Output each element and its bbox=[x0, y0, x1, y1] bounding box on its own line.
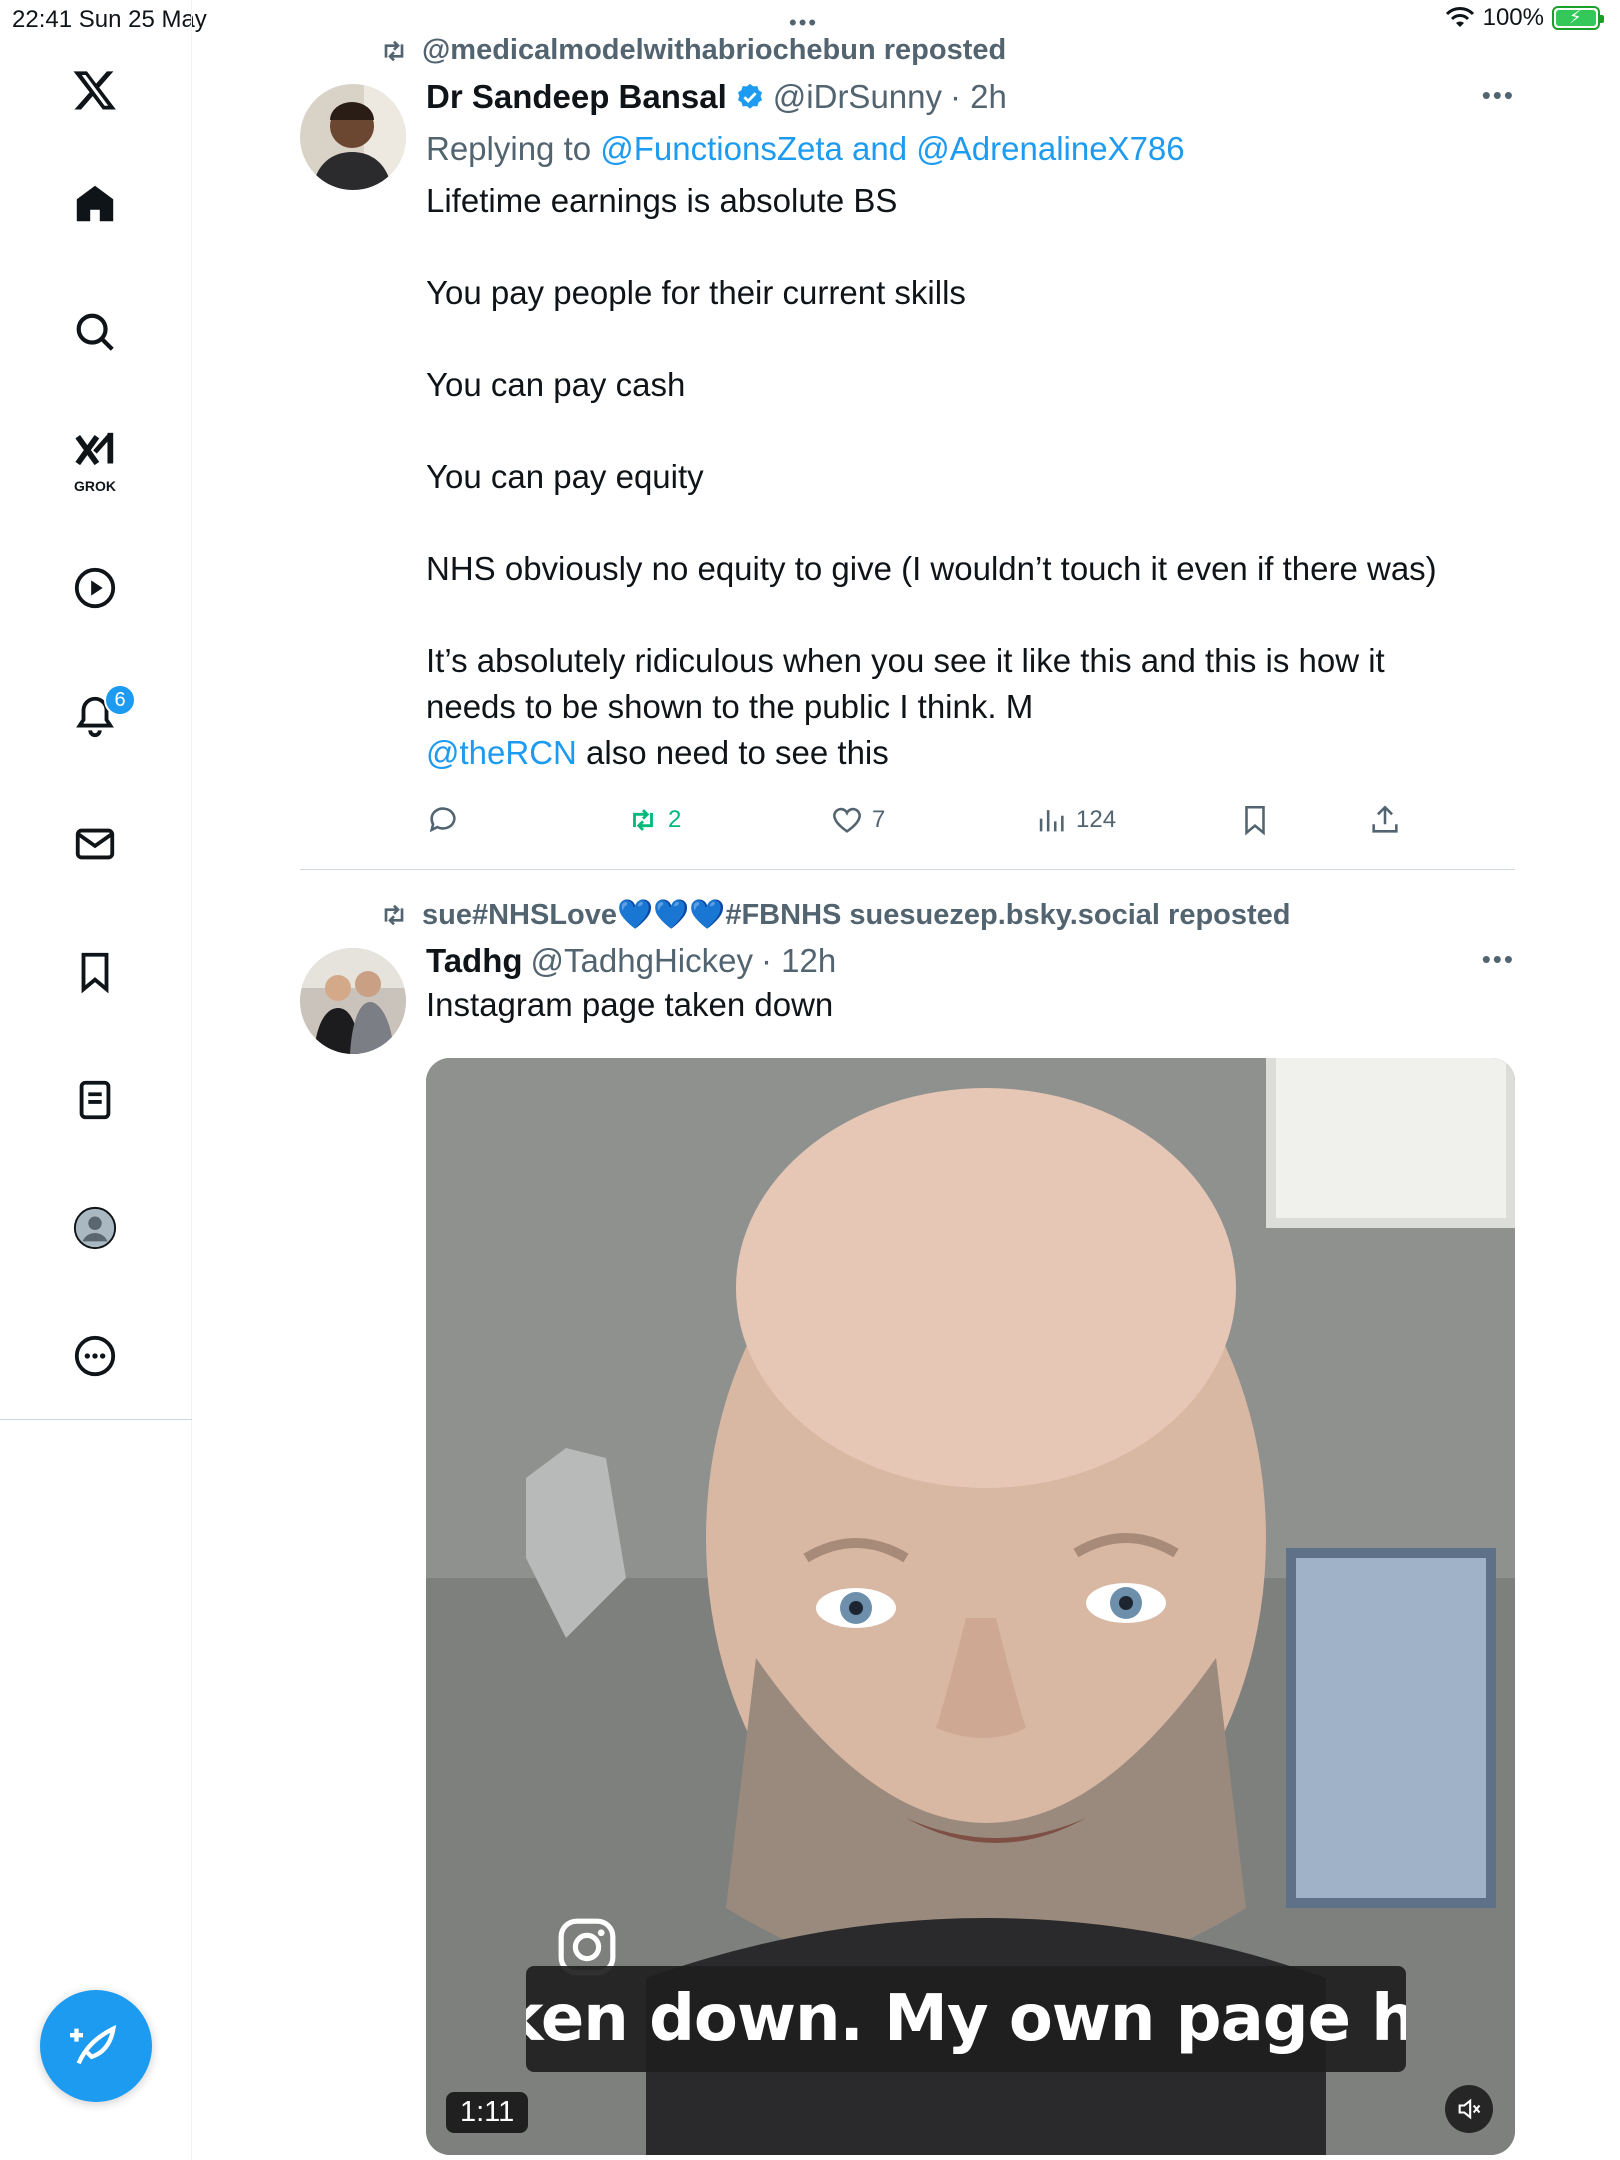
post-paragraph: NHS obviously no equity to give (I would… bbox=[426, 550, 1437, 587]
more-options-icon[interactable]: ••• bbox=[1482, 80, 1515, 111]
video-play-icon[interactable] bbox=[67, 560, 123, 616]
reply-icon bbox=[429, 807, 456, 833]
post-divider bbox=[300, 869, 1515, 870]
post-time[interactable]: · 2h bbox=[950, 78, 1007, 116]
post-header: Tadhg @TadhgHickey · 12h bbox=[426, 942, 1515, 980]
like-count: 7 bbox=[872, 806, 886, 833]
mention-adrenalinex786[interactable]: @AdrenalineX786 bbox=[916, 130, 1184, 167]
mute-button[interactable] bbox=[1445, 2085, 1493, 2133]
video-caption: taken down. My own page had bbox=[526, 1966, 1406, 2072]
bookmarks-icon[interactable] bbox=[67, 944, 123, 1000]
post-last-line: @theRCN also need to see this bbox=[426, 730, 1515, 776]
views-button[interactable]: 124 bbox=[1034, 803, 1116, 837]
more-options-icon[interactable]: ••• bbox=[1482, 944, 1515, 975]
author-avatar[interactable] bbox=[300, 84, 406, 190]
replying-and: and bbox=[842, 130, 917, 167]
x-logo-icon[interactable] bbox=[67, 62, 123, 118]
video-player[interactable]: taken down. My own page had 1:11 bbox=[426, 1058, 1515, 2155]
battery-icon: ⚡ bbox=[1552, 6, 1604, 30]
post-paragraph: You pay people for their current skills bbox=[426, 274, 966, 311]
repost-indicator: @medicalmodelwithabriochebun reposted bbox=[378, 34, 1006, 67]
post-paragraph: Lifetime earnings is absolute BS bbox=[426, 182, 898, 219]
bookmark-button[interactable] bbox=[1238, 803, 1272, 837]
post-paragraph: It’s absolutely ridiculous when you see … bbox=[426, 642, 1385, 725]
home-icon[interactable] bbox=[67, 176, 123, 232]
views-chart-icon bbox=[1039, 810, 1064, 832]
grok-label: GROK bbox=[74, 478, 116, 494]
author-handle[interactable]: @TadhgHickey bbox=[531, 942, 753, 980]
battery-percent: 100% bbox=[1482, 4, 1544, 31]
profile-avatar-icon[interactable] bbox=[67, 1200, 123, 1256]
author-name[interactable]: Dr Sandeep Bansal bbox=[426, 78, 727, 116]
status-right: 100% ⚡ bbox=[1445, 4, 1604, 32]
repost-label: sue#NHSLove💙💙💙#FBNHS suesuezep.bsky.soci… bbox=[422, 899, 1291, 931]
post-1[interactable]: @medicalmodelwithabriochebun reposted Dr… bbox=[300, 34, 1515, 864]
reply-button[interactable] bbox=[426, 803, 468, 837]
post-header: Dr Sandeep Bansal @iDrSunny · 2h bbox=[426, 78, 1515, 116]
messages-envelope-icon[interactable] bbox=[67, 816, 123, 872]
mention-functionszeta[interactable]: @FunctionsZeta bbox=[600, 130, 843, 167]
repost-icon bbox=[384, 40, 404, 61]
heart-icon bbox=[833, 807, 861, 833]
video-duration: 1:11 bbox=[446, 2092, 529, 2133]
compose-feather-icon bbox=[70, 2024, 117, 2065]
sidebar: GROK 6 bbox=[0, 0, 192, 2160]
share-button[interactable] bbox=[1368, 803, 1402, 837]
views-count: 124 bbox=[1076, 806, 1117, 833]
mention-thercn[interactable]: @theRCN bbox=[426, 734, 577, 771]
repost-count: 2 bbox=[668, 806, 682, 833]
lists-icon[interactable] bbox=[67, 1072, 123, 1128]
grok-icon[interactable] bbox=[67, 424, 123, 480]
post-body: Tadhg @TadhgHickey · 12h ••• Instagram p… bbox=[426, 942, 1515, 1028]
repost-indicator: sue#NHSLove💙💙💙#FBNHS suesuezep.bsky.soci… bbox=[378, 898, 1291, 932]
post-body: Dr Sandeep Bansal @iDrSunny · 2h ••• Rep… bbox=[426, 78, 1515, 776]
notification-badge: 6 bbox=[104, 684, 136, 716]
author-handle[interactable]: @iDrSunny bbox=[773, 78, 942, 116]
more-circle-icon[interactable] bbox=[67, 1328, 123, 1384]
post-text: Instagram page taken down bbox=[426, 986, 834, 1023]
multitasking-dots[interactable]: ••• bbox=[789, 10, 818, 36]
bookmark-icon bbox=[1245, 805, 1265, 836]
repost-button[interactable]: 2 bbox=[626, 803, 681, 837]
post-paragraph: You can pay cash bbox=[426, 366, 686, 403]
repost-label: @medicalmodelwithabriochebun reposted bbox=[422, 34, 1007, 66]
sidebar-divider bbox=[0, 1419, 192, 1420]
post-paragraph: You can pay equity bbox=[426, 458, 704, 495]
repost-icon bbox=[384, 904, 404, 926]
verified-badge-icon bbox=[737, 83, 762, 109]
share-upload-icon bbox=[1372, 805, 1398, 833]
post-actions: 2 7 124 bbox=[426, 800, 1515, 840]
muted-speaker-icon bbox=[1458, 2098, 1481, 2120]
like-button[interactable]: 7 bbox=[830, 803, 885, 837]
post-last-line-text: also need to see this bbox=[576, 734, 889, 771]
post-time[interactable]: · 12h bbox=[761, 942, 836, 980]
compose-button[interactable] bbox=[40, 1990, 152, 2102]
author-name[interactable]: Tadhg bbox=[426, 942, 523, 980]
post-2[interactable]: sue#NHSLove💙💙💙#FBNHS suesuezep.bsky.soci… bbox=[300, 898, 1515, 2160]
repost-icon bbox=[633, 809, 653, 831]
search-icon[interactable] bbox=[67, 304, 123, 360]
post-text: Lifetime earnings is absolute BS You pay… bbox=[426, 178, 1515, 776]
author-avatar[interactable] bbox=[300, 948, 406, 1054]
replying-prefix: Replying to bbox=[426, 130, 601, 167]
wifi-icon bbox=[1445, 7, 1474, 27]
replying-to: Replying to @FunctionsZeta and @Adrenali… bbox=[426, 130, 1515, 168]
